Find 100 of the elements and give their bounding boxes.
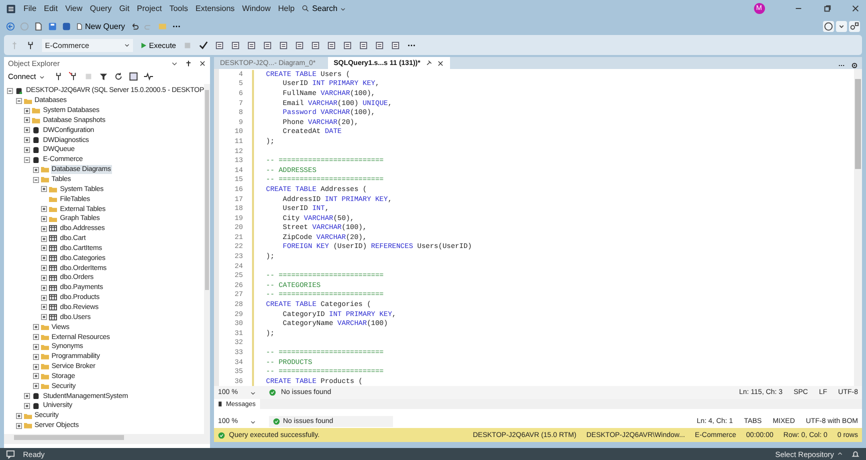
- expander-icon[interactable]: [16, 412, 22, 419]
- expander-icon[interactable]: [24, 156, 30, 163]
- disconnect-icon[interactable]: [68, 72, 78, 81]
- close-icon[interactable]: [851, 4, 860, 13]
- expander-icon[interactable]: [41, 265, 47, 272]
- new-file-icon[interactable]: [34, 22, 43, 30]
- back-icon[interactable]: [6, 22, 15, 30]
- scrollbar[interactable]: [4, 434, 210, 444]
- query-tool-icon[interactable]: [215, 40, 224, 50]
- query-tool-icon[interactable]: [359, 40, 368, 50]
- pulse-icon[interactable]: [144, 72, 153, 81]
- bell-icon[interactable]: [851, 450, 860, 458]
- expander-icon[interactable]: [41, 186, 47, 192]
- scrollbar[interactable]: [854, 69, 862, 386]
- expander-icon[interactable]: [24, 108, 30, 114]
- expander-icon[interactable]: [41, 284, 47, 291]
- filter-icon[interactable]: [98, 72, 108, 81]
- query-tool-icon[interactable]: [311, 40, 320, 50]
- refresh-icon[interactable]: [114, 72, 123, 81]
- expander-icon[interactable]: [41, 236, 47, 242]
- menu-item[interactable]: Extensions: [196, 4, 235, 13]
- menu-item[interactable]: Project: [136, 4, 162, 13]
- expander-icon[interactable]: [41, 304, 47, 310]
- query-tool-icon[interactable]: [295, 40, 304, 50]
- app-logo-icon: [6, 4, 16, 14]
- save-icon[interactable]: [48, 22, 57, 30]
- expander-icon[interactable]: [41, 314, 47, 320]
- expander-icon[interactable]: [24, 146, 30, 153]
- expander-icon[interactable]: [24, 393, 30, 400]
- chevron-down-icon: [38, 74, 45, 80]
- check-circle-icon: [269, 389, 276, 396]
- menu-item[interactable]: Query: [90, 4, 112, 13]
- expander-icon[interactable]: [16, 422, 22, 429]
- table-icon: [49, 284, 57, 292]
- checkmark-icon[interactable]: [199, 40, 208, 50]
- expander-icon[interactable]: [32, 344, 38, 350]
- expander-icon[interactable]: [32, 383, 38, 390]
- query-tool-icon[interactable]: [343, 40, 352, 50]
- search-button[interactable]: Search: [302, 4, 346, 13]
- scrollbar[interactable]: [204, 84, 210, 434]
- expander-icon[interactable]: [41, 274, 47, 281]
- query-tool-icon[interactable]: [375, 40, 384, 50]
- chevron-down-icon: [250, 418, 256, 424]
- chevron-down-icon: [340, 6, 346, 12]
- expander-icon[interactable]: [41, 245, 47, 252]
- close-icon[interactable]: [437, 60, 444, 66]
- menu-item[interactable]: Edit: [44, 4, 58, 13]
- table-icon: [49, 255, 57, 262]
- expander-icon[interactable]: [32, 364, 38, 370]
- restore-icon[interactable]: [822, 4, 832, 13]
- menu-item[interactable]: Tools: [169, 4, 188, 13]
- menu-item[interactable]: File: [24, 4, 36, 13]
- table-icon: [49, 264, 57, 272]
- new-query-button[interactable]: New Query: [76, 22, 126, 30]
- expander-icon[interactable]: [16, 98, 22, 104]
- expander-icon[interactable]: [41, 294, 47, 301]
- expander-icon[interactable]: [41, 206, 47, 212]
- table-icon: [49, 304, 57, 311]
- pin-icon[interactable]: [425, 60, 432, 66]
- expander-icon[interactable]: [41, 216, 47, 222]
- search-icon: [302, 5, 310, 12]
- undo-icon[interactable]: [130, 22, 140, 30]
- expander-icon[interactable]: [32, 166, 38, 173]
- query-tool-icon[interactable]: [327, 40, 336, 50]
- chevron-down-icon[interactable]: [171, 60, 178, 66]
- expander-icon[interactable]: [24, 137, 30, 144]
- chevron-down-icon: [124, 42, 130, 48]
- connect-icon[interactable]: [26, 40, 35, 50]
- query-tool-icon[interactable]: [391, 40, 400, 50]
- menu-item[interactable]: Window: [242, 4, 271, 13]
- query-tool-icon[interactable]: [263, 40, 272, 50]
- share-icon[interactable]: [849, 20, 860, 32]
- table-icon: [49, 225, 57, 232]
- table-icon: [49, 235, 57, 242]
- notification-icon[interactable]: [6, 450, 15, 458]
- expander-icon[interactable]: [32, 373, 38, 380]
- close-icon[interactable]: [199, 60, 206, 66]
- table-icon: [49, 294, 57, 301]
- expander-icon[interactable]: [24, 117, 30, 124]
- expander-icon[interactable]: [7, 88, 13, 94]
- chevron-down-icon[interactable]: [836, 20, 847, 32]
- expander-icon[interactable]: [41, 226, 47, 232]
- expander-icon[interactable]: [24, 402, 30, 409]
- query-tool-icon[interactable]: [279, 40, 288, 50]
- menu-item[interactable]: View: [65, 4, 82, 13]
- plug-icon[interactable]: [54, 72, 63, 81]
- menu-item[interactable]: Git: [119, 4, 130, 13]
- play-icon: [140, 42, 147, 48]
- expander-icon[interactable]: [24, 127, 30, 134]
- expander-icon[interactable]: [32, 334, 38, 340]
- query-tool-icon[interactable]: [247, 40, 256, 50]
- settings-icon[interactable]: [851, 62, 858, 69]
- menu-item[interactable]: Help: [278, 4, 295, 13]
- expander-icon[interactable]: [32, 354, 38, 360]
- expander-icon[interactable]: [32, 176, 38, 183]
- pin-icon[interactable]: [185, 60, 192, 66]
- expander-icon[interactable]: [32, 324, 38, 330]
- chevron-down-icon: [250, 390, 256, 396]
- expander-icon[interactable]: [41, 255, 47, 262]
- query-tool-icon[interactable]: [231, 40, 240, 50]
